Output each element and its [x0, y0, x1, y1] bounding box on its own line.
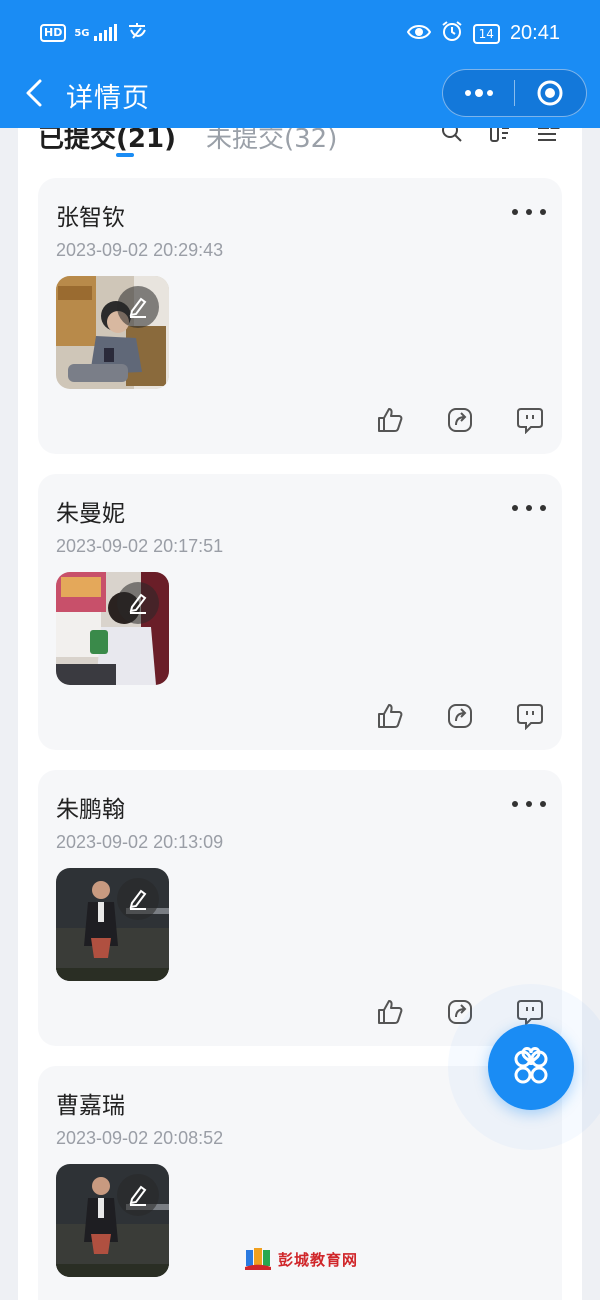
status-bar: HD 5G 14 20:41 — [0, 0, 600, 68]
hd-icon: HD — [40, 24, 67, 42]
share-icon[interactable] — [446, 998, 474, 1026]
alarm-icon — [441, 20, 463, 47]
edit-button[interactable] — [117, 582, 159, 624]
edit-pen-icon — [129, 1185, 147, 1206]
more-options-button[interactable] — [512, 794, 546, 814]
student-name: 曹嘉瑞 — [56, 1093, 125, 1119]
battery-icon: 14 — [472, 23, 500, 44]
more-options-button[interactable] — [512, 498, 546, 518]
submission-photo[interactable] — [56, 572, 169, 685]
student-name: 朱鹏翰 — [56, 797, 125, 823]
page-title: 详情页 — [66, 83, 150, 114]
status-right: 14 20:41 — [406, 20, 560, 47]
search-icon[interactable] — [440, 128, 464, 144]
share-icon[interactable] — [446, 406, 474, 434]
thumbs-up-icon[interactable] — [376, 702, 404, 730]
submit-time: 2023-09-02 20:08:52 — [56, 1128, 224, 1148]
submission-card[interactable]: 张智钦 2023-09-02 20:29:43 — [38, 178, 562, 454]
back-button[interactable] — [20, 76, 50, 110]
close-mini-program-button[interactable] — [515, 70, 586, 116]
tab-submitted[interactable]: 已提交(21) — [38, 128, 176, 155]
wechat-text-icon — [127, 22, 147, 44]
eye-icon — [406, 22, 431, 46]
submission-video[interactable] — [56, 868, 169, 981]
battery-label: 14 — [478, 26, 494, 41]
student-name: 朱曼妮 — [56, 501, 125, 527]
network-label: 5G — [74, 28, 90, 39]
comment-icon[interactable] — [516, 702, 544, 731]
card-actions — [376, 406, 544, 435]
mini-program-capsule — [442, 69, 587, 117]
filter-icon[interactable] — [488, 128, 512, 144]
page-body: 已提交(21) 未提交(32) 张智钦 2023-09-02 20:29:43 — [0, 128, 600, 1300]
edit-button[interactable] — [117, 1174, 159, 1216]
more-button[interactable] — [443, 70, 514, 116]
app-header: HD 5G 14 20:41 详情页 — [0, 0, 600, 128]
thumbs-up-icon[interactable] — [376, 406, 404, 434]
watermark: 彭城教育网 — [244, 1248, 358, 1270]
comment-icon[interactable] — [516, 998, 544, 1027]
card-actions — [376, 998, 544, 1027]
comment-icon[interactable] — [516, 406, 544, 435]
active-tab-indicator — [116, 153, 134, 157]
tab-tools — [440, 128, 560, 144]
student-name: 张智钦 — [56, 205, 125, 231]
four-petal-menu-icon — [514, 1047, 548, 1084]
edit-pen-icon — [129, 593, 147, 614]
target-circle-icon — [537, 80, 563, 106]
edit-pen-icon — [129, 297, 147, 318]
status-left: HD 5G — [40, 22, 147, 44]
chevron-left-icon — [26, 79, 42, 107]
edit-button[interactable] — [117, 878, 159, 920]
more-dots-icon — [464, 89, 493, 97]
submission-video[interactable] — [56, 1164, 169, 1277]
edit-button[interactable] — [117, 286, 159, 328]
fab-menu-button[interactable] — [488, 1024, 574, 1110]
tab-not-submitted[interactable]: 未提交(32) — [206, 128, 337, 155]
submit-time: 2023-09-02 20:17:51 — [56, 536, 224, 556]
sort-icon[interactable] — [536, 128, 560, 144]
signal-icon: 5G — [74, 24, 119, 42]
edit-pen-icon — [129, 889, 147, 910]
submission-card[interactable]: 朱鹏翰 2023-09-02 20:13:09 — [38, 770, 562, 1046]
submit-time: 2023-09-02 20:29:43 — [56, 240, 224, 260]
thumbs-up-icon[interactable] — [376, 998, 404, 1026]
submit-time: 2023-09-02 20:13:09 — [56, 832, 224, 852]
card-actions — [376, 702, 544, 731]
submission-photo[interactable] — [56, 276, 169, 389]
status-time: 20:41 — [509, 22, 560, 44]
submission-card[interactable]: 朱曼妮 2023-09-02 20:17:51 — [38, 474, 562, 750]
content-sheet: 已提交(21) 未提交(32) 张智钦 2023-09-02 20:29:43 — [18, 128, 582, 1300]
watermark-text: 彭城教育网 — [278, 1250, 359, 1269]
more-options-button[interactable] — [512, 202, 546, 222]
share-icon[interactable] — [446, 702, 474, 730]
book-logo-icon — [245, 1248, 271, 1270]
